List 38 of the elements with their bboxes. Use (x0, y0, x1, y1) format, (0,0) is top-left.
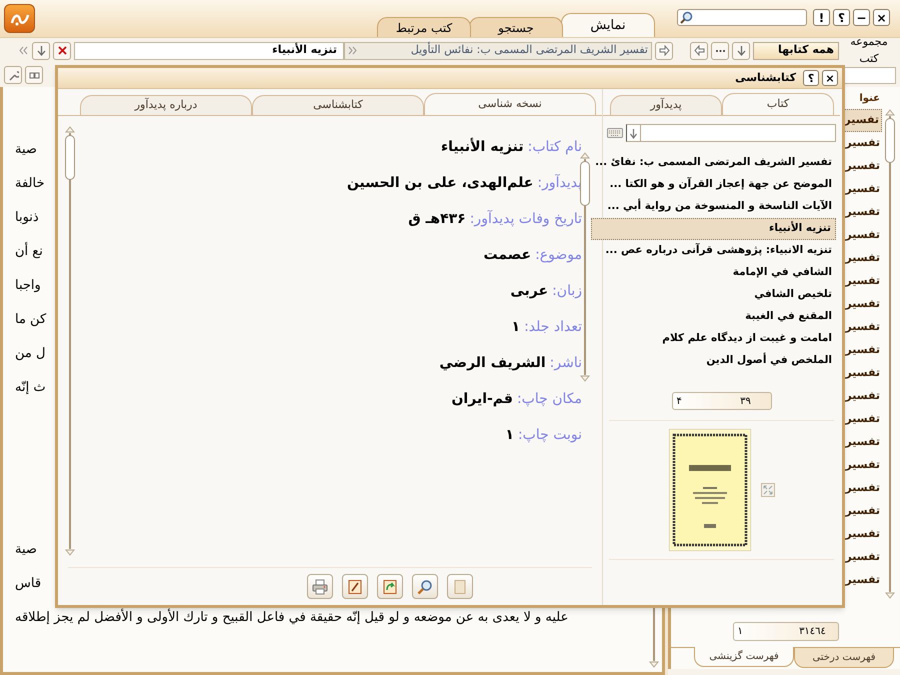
field-label: موضوع: (535, 246, 582, 264)
text-line: واجبا (15, 277, 41, 296)
text-line: كن ما (15, 311, 46, 330)
dialog-title: کتابشناسی (735, 70, 796, 86)
text-line: صية (15, 141, 37, 160)
field-label: نام کتاب: (528, 138, 582, 156)
field-label: پدیدآور: (537, 173, 582, 192)
field-value: علم‌الهدی، علی بن الحسين (346, 174, 534, 192)
text-line: نع أن (15, 242, 43, 262)
column-header: عنوا (859, 92, 880, 106)
field-value: تنزيه الأنبياء (441, 136, 524, 156)
book-title: تفسير الشريف المرتضى المسمى ب: نفائس التأويل (410, 42, 648, 58)
field-value: عصمت (484, 246, 532, 264)
field-value: الشريف الرضي (439, 354, 546, 372)
text-line: صية (15, 541, 37, 560)
counter-current: ١ (736, 625, 744, 639)
text-line: ل من (15, 345, 46, 364)
text-line: قاس (15, 575, 42, 594)
counter-current: ۴ (676, 394, 683, 408)
field-label: زبان: (552, 282, 582, 300)
field-label: ناشر: (550, 354, 582, 372)
field-label: تاریخ وفات پدیدآور: (470, 209, 582, 228)
text-line: ذنوبا (15, 209, 39, 228)
field-label: مکان چاپ: (516, 390, 582, 408)
field-value: قم-ايران (451, 390, 513, 408)
counter-total: ٣١٤٦٤ (798, 625, 827, 639)
counter-total: ٣٩ (739, 394, 752, 408)
field-value: ۴۳۶هـ ق (408, 210, 466, 228)
field-label: تعداد جلد: (524, 318, 582, 336)
field-value: عربی (510, 282, 548, 300)
collection-label: مجموعه کتب (849, 34, 889, 66)
field-label: نوبت چاپ: (518, 426, 582, 444)
field-value: ۱ (512, 318, 520, 336)
field-value: ۱ (505, 426, 514, 444)
text-line: خالفة (15, 175, 45, 194)
text-line: ث إنّه (15, 379, 46, 398)
text-line: عليه و لا يعدى به عن موضعه و لو قيل إنّه حقيقة في فاعل القبيح و تارك الأولى و الأفضل لم يجز إطلاقه (15, 608, 568, 628)
section-title: تنزيه الأنبياء (272, 42, 337, 58)
